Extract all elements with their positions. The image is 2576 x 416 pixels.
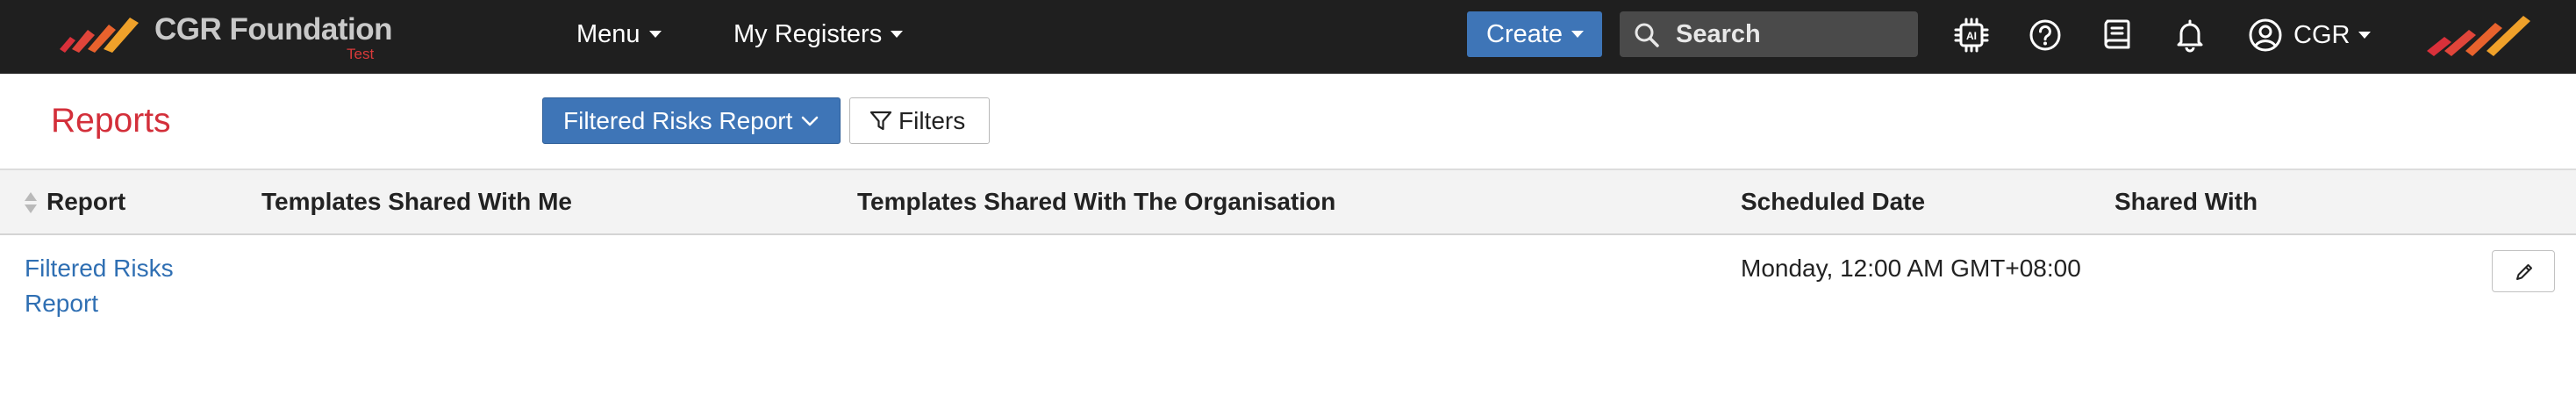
chevron-down-icon: [801, 116, 819, 126]
report-link[interactable]: Filtered Risks Report: [25, 251, 200, 321]
filters-button[interactable]: Filters: [849, 97, 990, 144]
user-label: CGR: [2293, 21, 2351, 49]
table-header: Report Templates Shared With Me Template…: [0, 169, 2576, 235]
menu-label: Menu: [576, 20, 640, 48]
filters-label: Filters: [898, 107, 966, 134]
brand-stripes-icon: [60, 18, 139, 53]
search-input[interactable]: Search: [1620, 11, 1918, 57]
chevron-down-icon: [648, 30, 662, 38]
column-header-templates-shared-with-me: Templates Shared With Me: [261, 188, 572, 215]
funnel-icon: [869, 111, 892, 131]
chevron-down-icon: [2358, 31, 2372, 39]
top-navbar: CGR Foundation Test Menu My Registers Cr…: [0, 0, 2576, 74]
my-registers-dropdown[interactable]: My Registers: [733, 16, 904, 53]
sort-icon[interactable]: [24, 191, 38, 214]
report-name-line: Filtered Risks: [25, 255, 174, 282]
column-header-shared-with: Shared With: [2114, 188, 2258, 215]
create-label: Create: [1486, 20, 1563, 48]
search-placeholder: Search: [1676, 20, 1761, 48]
company-stripes-logo: [2427, 16, 2530, 56]
brand-name: CGR Foundation: [154, 12, 393, 47]
brand-logo-link[interactable]: CGR Foundation Test: [58, 9, 393, 63]
my-registers-label: My Registers: [733, 20, 883, 48]
pencil-icon: [2516, 264, 2532, 280]
chevron-down-icon: [891, 30, 904, 38]
user-circle-icon: [2249, 18, 2282, 52]
help-icon[interactable]: [2026, 16, 2064, 54]
report-name-line: Report: [25, 290, 99, 317]
column-header-report[interactable]: Report: [47, 170, 125, 233]
chevron-down-icon: [1571, 30, 1585, 38]
search-icon: [1635, 23, 1659, 47]
environment-label: Test: [347, 46, 375, 62]
menu-dropdown[interactable]: Menu: [576, 16, 662, 53]
column-header-scheduled-date: Scheduled Date: [1741, 188, 1926, 215]
edit-report-button[interactable]: [2492, 250, 2555, 292]
column-header-templates-shared-with-org: Templates Shared With The Organisation: [857, 188, 1336, 215]
book-icon[interactable]: [2099, 16, 2137, 54]
report-selector-label: Filtered Risks Report: [563, 107, 793, 134]
create-button[interactable]: Create: [1467, 11, 1602, 57]
ai-chip-icon[interactable]: AI: [1952, 16, 1991, 54]
svg-text:AI: AI: [1966, 30, 1977, 42]
report-selector-dropdown[interactable]: Filtered Risks Report: [542, 97, 841, 144]
page-title: Reports: [51, 102, 171, 140]
bell-icon[interactable]: [2171, 16, 2209, 54]
scheduled-date-cell: Monday, 12:00 AM GMT+08:00: [1741, 255, 2081, 282]
